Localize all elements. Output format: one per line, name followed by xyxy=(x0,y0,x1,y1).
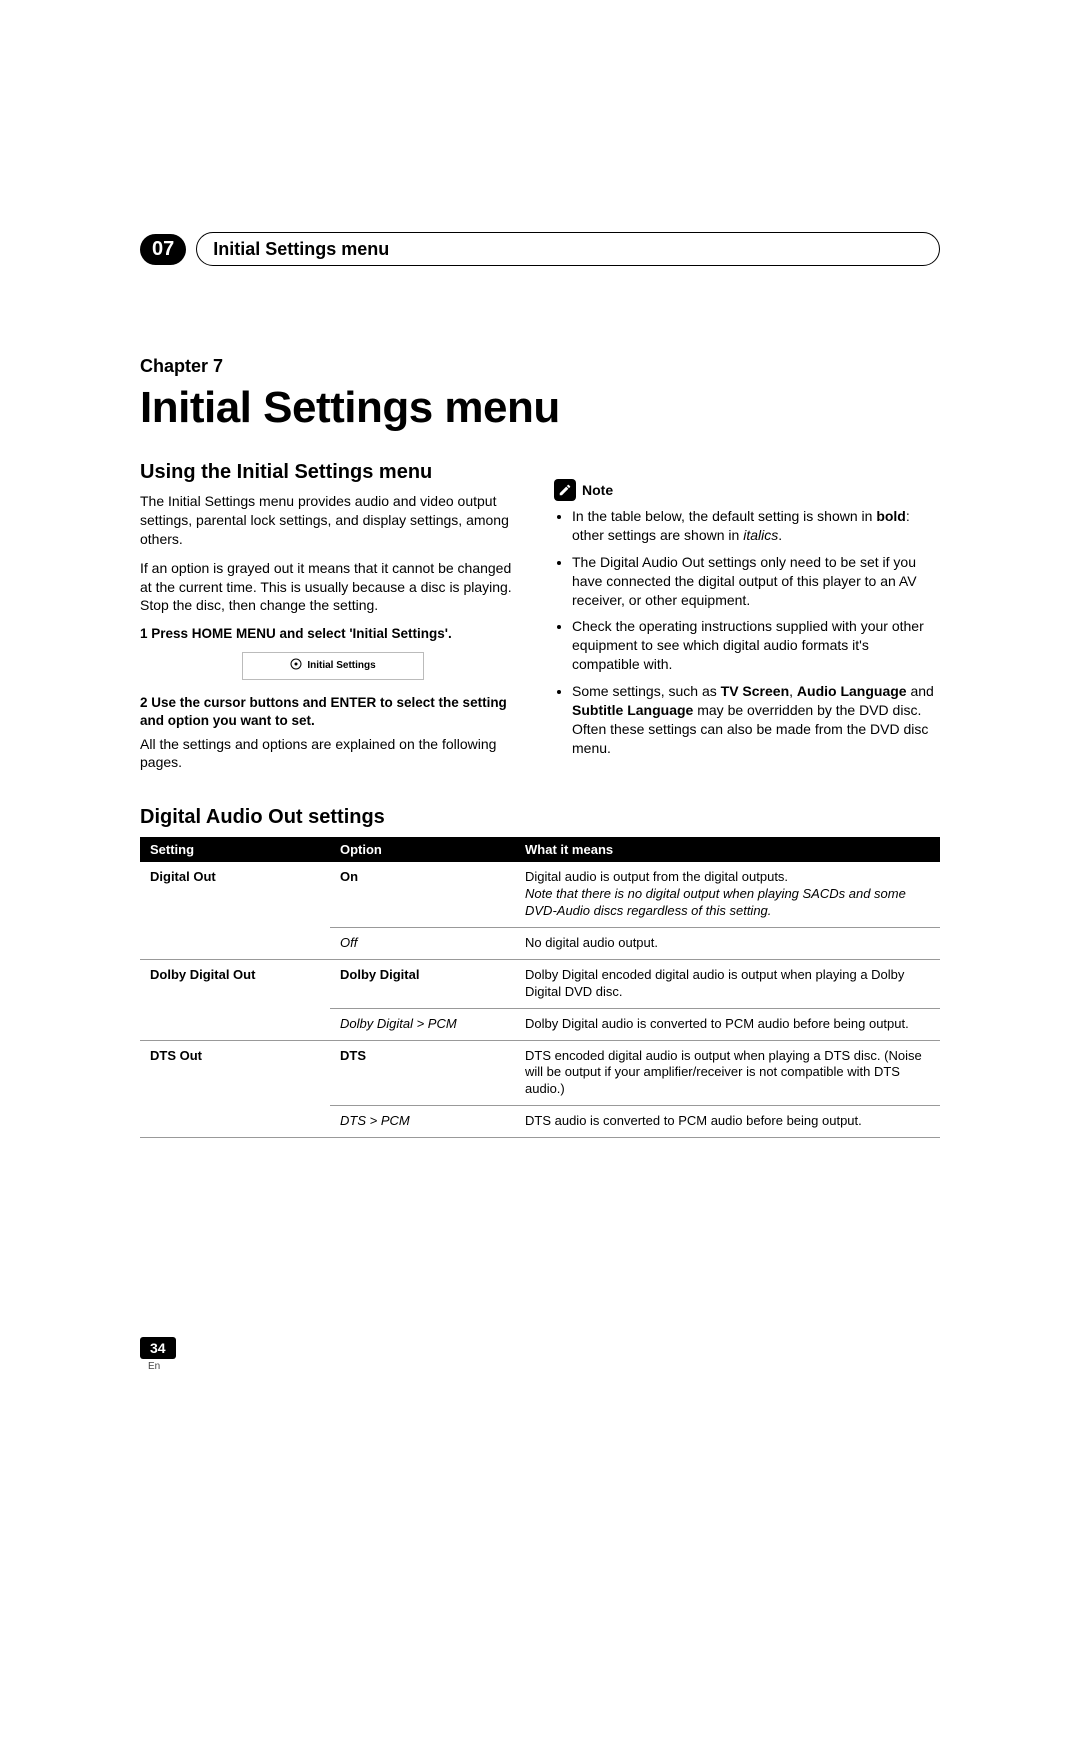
th-setting: Setting xyxy=(140,837,330,862)
cell-option: Dolby Digital > PCM xyxy=(330,1008,515,1040)
screenshot-label: Initial Settings xyxy=(307,659,375,673)
cell-option: DTS > PCM xyxy=(330,1106,515,1138)
th-mean: What it means xyxy=(515,837,940,862)
note-item-2: The Digital Audio Out settings only need… xyxy=(572,553,940,610)
note-item-3: Check the operating instructions supplie… xyxy=(572,617,940,674)
initial-settings-screenshot: Initial Settings xyxy=(242,652,424,681)
note-1-italics: italics xyxy=(743,527,778,543)
note-heading: Note xyxy=(554,479,940,501)
table-header-row: Setting Option What it means xyxy=(140,837,940,862)
header-title-pill: Initial Settings menu xyxy=(196,232,940,266)
table-row: DTS OutDTSDTS encoded digital audio is o… xyxy=(140,1040,940,1106)
disc-icon xyxy=(290,658,302,675)
table-row: OffNo digital audio output. xyxy=(140,927,940,959)
cell-meaning: DTS encoded digital audio is output when… xyxy=(515,1040,940,1106)
table-row: DTS > PCMDTS audio is converted to PCM a… xyxy=(140,1106,940,1138)
cell-option: Off xyxy=(330,927,515,959)
cell-setting xyxy=(140,1008,330,1040)
table-row: Digital OutOnDigital audio is output fro… xyxy=(140,862,940,927)
cell-setting: Dolby Digital Out xyxy=(140,959,330,1008)
chapter-title: Initial Settings menu xyxy=(140,383,940,433)
cell-meaning: DTS audio is converted to PCM audio befo… xyxy=(515,1106,940,1138)
note-item-4: Some settings, such as TV Screen, Audio … xyxy=(572,682,940,758)
right-column: Note In the table below, the default set… xyxy=(554,459,940,782)
table-row: Dolby Digital OutDolby DigitalDolby Digi… xyxy=(140,959,940,1008)
intro-paragraph-2: If an option is grayed out it means that… xyxy=(140,559,526,616)
cell-option: Dolby Digital xyxy=(330,959,515,1008)
page-number-badge: 34 xyxy=(140,1337,176,1359)
language-label: En xyxy=(148,1361,176,1372)
note-4-s1: , xyxy=(789,683,797,699)
section-heading-using: Using the Initial Settings menu xyxy=(140,459,526,486)
note-4-s2: and xyxy=(907,683,934,699)
intro-paragraph-3: All the settings and options are explain… xyxy=(140,735,526,773)
cell-meaning: Dolby Digital encoded digital audio is o… xyxy=(515,959,940,1008)
left-column: Using the Initial Settings menu The Init… xyxy=(140,459,526,782)
cell-setting xyxy=(140,1106,330,1138)
cell-option: DTS xyxy=(330,1040,515,1106)
cell-option: On xyxy=(330,862,515,927)
cell-setting: DTS Out xyxy=(140,1040,330,1106)
pencil-note-icon xyxy=(554,479,576,501)
note-4-b1: TV Screen xyxy=(721,683,789,699)
step-2: 2 Use the cursor buttons and ENTER to se… xyxy=(140,694,526,730)
cell-meaning: Dolby Digital audio is converted to PCM … xyxy=(515,1008,940,1040)
chapter-label: Chapter 7 xyxy=(140,356,940,377)
note-4-b2: Audio Language xyxy=(797,683,907,699)
chapter-number-badge: 07 xyxy=(140,234,186,265)
table-row: Dolby Digital > PCMDolby Digital audio i… xyxy=(140,1008,940,1040)
note-1-bold: bold xyxy=(876,508,906,524)
cell-setting xyxy=(140,927,330,959)
note-1-part-a: In the table below, the default setting … xyxy=(572,508,876,524)
section-heading-digital-audio: Digital Audio Out settings xyxy=(140,806,940,829)
page-footer: 34 En xyxy=(140,1337,176,1372)
cell-setting: Digital Out xyxy=(140,862,330,927)
step-1: 1 Press HOME MENU and select 'Initial Se… xyxy=(140,625,526,643)
header-title: Initial Settings menu xyxy=(213,239,389,260)
note-list: In the table below, the default setting … xyxy=(554,507,940,758)
th-option: Option xyxy=(330,837,515,862)
note-1-part-c: . xyxy=(778,527,782,543)
cell-meaning: Digital audio is output from the digital… xyxy=(515,862,940,927)
settings-table: Setting Option What it means Digital Out… xyxy=(140,837,940,1138)
note-item-1: In the table below, the default setting … xyxy=(572,507,940,545)
cell-meaning: No digital audio output. xyxy=(515,927,940,959)
intro-paragraph-1: The Initial Settings menu provides audio… xyxy=(140,492,526,549)
page-header: 07 Initial Settings menu xyxy=(140,232,940,266)
note-label: Note xyxy=(582,481,613,500)
note-4-a: Some settings, such as xyxy=(572,683,721,699)
note-4-b3: Subtitle Language xyxy=(572,702,693,718)
